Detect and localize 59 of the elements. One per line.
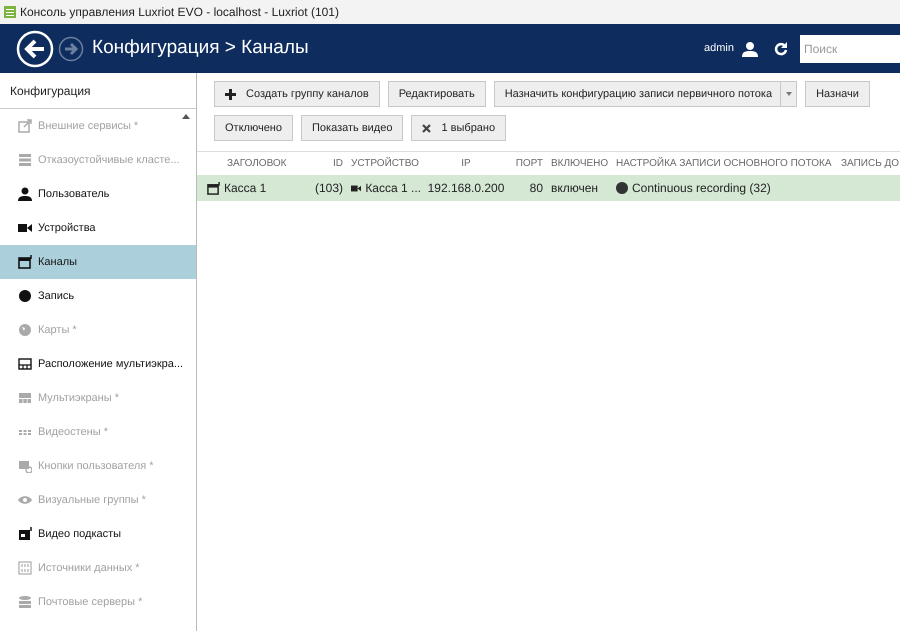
app-icon <box>4 6 16 18</box>
database-icon <box>18 595 32 609</box>
table-cell-text: Касса 1 <box>224 180 266 197</box>
table-cell-text: 80 <box>530 180 543 197</box>
caret-icon <box>786 92 792 96</box>
server-stack-icon <box>18 153 32 167</box>
layout-icon <box>18 357 32 371</box>
table-row[interactable]: Касса 1 (103) Касса 1 ... 192.168.0.200 80 включен Continuous recording (32) <box>197 175 900 201</box>
toolbar-button[interactable]: Создать группу каналов <box>214 81 380 107</box>
column-header[interactable]: УСТРОЙСТВО <box>347 156 425 171</box>
refresh-icon <box>774 42 788 56</box>
grid-icon <box>18 391 32 405</box>
forward-button[interactable] <box>58 36 84 62</box>
toolbar-button[interactable]: Назначи <box>805 81 870 107</box>
channel-icon <box>207 182 220 194</box>
podcast-icon <box>18 527 32 541</box>
toolbar-button[interactable]: Редактировать <box>388 81 486 107</box>
scroll-up-icon <box>182 114 190 119</box>
column-header[interactable]: ЗАПИСЬ ДО <box>837 156 900 171</box>
toolbar-button[interactable]: Показать видео <box>301 115 404 141</box>
channel-icon <box>18 255 32 269</box>
table-cell-text: включен <box>551 180 598 197</box>
sidebar-item[interactable]: Расположение мультиэкра... <box>0 347 196 381</box>
sidebar-item[interactable]: Каналы <box>0 245 196 279</box>
column-header[interactable]: IP <box>425 156 507 171</box>
sidebar-item[interactable]: Устройства <box>0 211 196 245</box>
user-name: admin <box>704 41 734 56</box>
table-cell-text: (103) <box>314 180 343 197</box>
column-header[interactable]: НАСТРОЙКА ЗАПИСИ ОСНОВНОГО ПОТОКА <box>612 156 837 171</box>
video-camera-icon <box>18 221 32 235</box>
breadcrumb: Конфигурация > Каналы <box>92 36 309 60</box>
sidebar-title: Конфигурация <box>10 82 91 100</box>
column-header[interactable]: ПОРТ <box>507 156 547 171</box>
sidebar-item[interactable]: Пользователь <box>0 177 196 211</box>
toolbar-button[interactable]: Отключено <box>214 115 293 141</box>
plus-icon <box>225 88 236 100</box>
table-cell-text: 192.168.0.200 <box>428 180 504 197</box>
circle-icon <box>616 182 628 194</box>
user-icon <box>742 40 758 56</box>
column-header[interactable]: ЗАГОЛОВОК <box>197 156 307 171</box>
toolbar-button[interactable]: Назначить конфигурацию записи первичного потока <box>494 81 798 107</box>
sidebar-item[interactable]: Запись <box>0 279 196 313</box>
back-button[interactable] <box>16 30 54 68</box>
sidebar-item[interactable]: Видео подкасты <box>0 517 196 551</box>
globe-icon <box>18 323 32 337</box>
column-header[interactable]: ВКЛЮЧЕНО <box>547 156 612 171</box>
table-cell-text: Касса 1 ... <box>365 180 421 197</box>
column-header[interactable]: ID <box>307 156 347 171</box>
search-field[interactable]: Поиск <box>800 34 900 62</box>
circle-icon <box>18 289 32 303</box>
window-title: Консоль управления Luxriot EVO - localhost - Luxriot (101) <box>20 4 339 21</box>
data-grid-icon <box>18 561 32 575</box>
table-cell-text: Continuous recording (32) <box>632 180 771 197</box>
selection-button[interactable]: 1 выбрано <box>411 115 506 141</box>
refresh-button[interactable] <box>774 42 788 56</box>
button-icon <box>18 459 32 473</box>
user-icon <box>18 187 32 201</box>
external-link-icon <box>18 119 32 133</box>
close-icon <box>422 124 432 132</box>
